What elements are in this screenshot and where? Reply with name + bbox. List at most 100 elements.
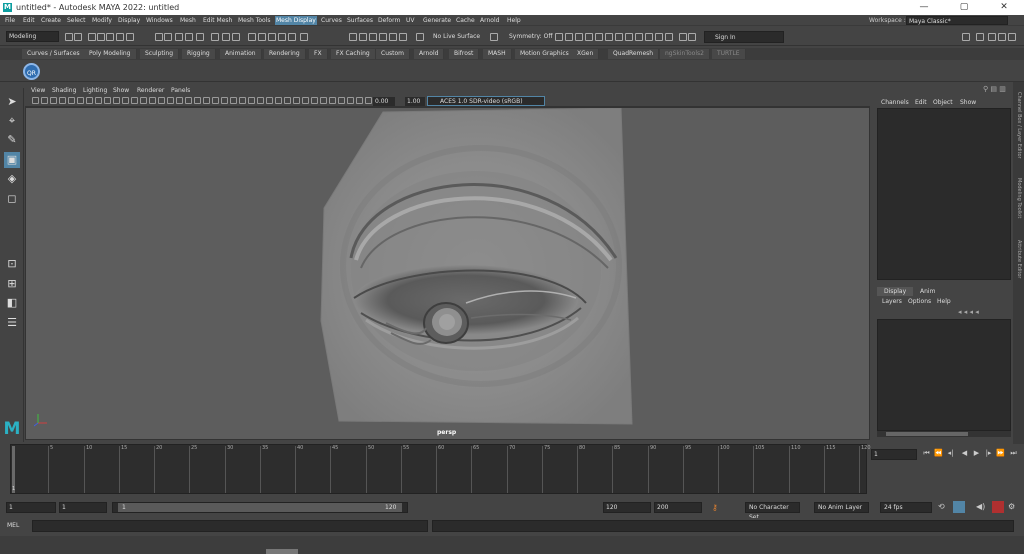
mel-label[interactable]: MEL — [7, 521, 19, 531]
menu-curves[interactable]: Curves — [320, 16, 343, 25]
animation-end-field[interactable]: 200 — [654, 502, 702, 513]
shelf-tab-rendering[interactable]: Rendering — [264, 49, 306, 59]
status-tool-icon[interactable] — [155, 33, 163, 41]
viewport-toolbar-icon[interactable] — [185, 97, 192, 104]
viewport-toolbar-icon[interactable] — [311, 97, 318, 104]
menu-display[interactable]: Display — [117, 16, 141, 25]
status-tool-icon[interactable] — [998, 33, 1006, 41]
color-space-select[interactable]: ACES 1.0 SDR-video (sRGB) — [427, 96, 545, 106]
viewport-toolbar-icon[interactable] — [338, 97, 345, 104]
preferences-stop-icon[interactable] — [992, 501, 1004, 513]
viewport-toolbar-icon[interactable] — [284, 97, 291, 104]
status-tool-icon[interactable] — [962, 33, 970, 41]
status-tool-icon[interactable] — [679, 33, 687, 41]
menu-select[interactable]: Select — [66, 16, 87, 25]
workspace-select[interactable]: Maya Classic* — [906, 16, 1008, 25]
viewport-toolbar-icon[interactable] — [140, 97, 147, 104]
viewport-toolbar-icon[interactable] — [77, 97, 84, 104]
step-forward-key-icon[interactable]: ⏩ — [996, 448, 1005, 458]
status-tool-icon[interactable] — [97, 33, 105, 41]
menu-mesh-tools[interactable]: Mesh Tools — [237, 16, 271, 25]
settings-icon[interactable]: ⚙ — [1008, 502, 1015, 511]
channel-box-menu-object[interactable]: Object — [933, 98, 953, 107]
viewport-toolbar-icon[interactable] — [320, 97, 327, 104]
persp-outliner-layout-icon[interactable]: ◧ — [4, 295, 20, 311]
menu-mesh[interactable]: Mesh — [179, 16, 197, 25]
menu-cache[interactable]: Cache — [455, 16, 476, 25]
viewport-toolbar-icon[interactable] — [194, 97, 201, 104]
step-back-frame-icon[interactable]: ◂| — [946, 448, 955, 458]
layer-menu-layers[interactable]: Layers — [882, 297, 902, 306]
status-tool-icon[interactable] — [164, 33, 172, 41]
viewport-toolbar-icon[interactable] — [329, 97, 336, 104]
status-tool-icon[interactable] — [988, 33, 996, 41]
menu-windows[interactable]: Windows — [145, 16, 174, 25]
status-tool-icon[interactable] — [585, 33, 593, 41]
viewport-toolbar-icon[interactable] — [230, 97, 237, 104]
status-tool-icon[interactable] — [222, 33, 230, 41]
outliner-icon[interactable]: ☰ — [4, 315, 20, 331]
viewport-menu-lighting[interactable]: Lighting — [83, 87, 107, 95]
status-tool-icon[interactable] — [258, 33, 266, 41]
gamma-field[interactable]: 1.00 — [405, 97, 425, 106]
channel-box-menu-show[interactable]: Show — [960, 98, 976, 107]
move-tool-icon[interactable]: ▣ — [4, 152, 20, 168]
viewport-toolbar-icon[interactable] — [176, 97, 183, 104]
fps-select[interactable]: 24 fps — [880, 502, 932, 513]
status-tool-icon[interactable] — [645, 33, 653, 41]
play-forwards-icon[interactable]: ▶ — [972, 448, 981, 458]
minimize-button[interactable]: — — [904, 0, 944, 15]
quadremesh-button[interactable]: QR — [23, 63, 40, 80]
select-tool-icon[interactable]: ➤ — [4, 94, 20, 110]
shelf-tab-rigging[interactable]: Rigging — [182, 49, 216, 59]
loop-icon[interactable]: ⟲ — [938, 502, 945, 511]
status-tool-icon[interactable] — [635, 33, 643, 41]
status-tool-icon[interactable] — [490, 33, 498, 41]
viewport-toolbar-icon[interactable] — [275, 97, 282, 104]
menu-modify[interactable]: Modify — [91, 16, 113, 25]
shelf-tab-curves-surfaces[interactable]: Curves / Surfaces — [22, 49, 86, 59]
viewport-toolbar-icon[interactable] — [104, 97, 111, 104]
auto-key-icon[interactable]: ⚷ — [712, 503, 718, 512]
sign-in-button[interactable]: Sign In — [704, 31, 784, 43]
status-tool-icon[interactable] — [625, 33, 633, 41]
scale-tool-icon[interactable]: ◻ — [4, 191, 20, 207]
status-tool-icon[interactable] — [595, 33, 603, 41]
menu-arnold[interactable]: Arnold — [479, 16, 500, 25]
maximize-button[interactable]: ▢ — [944, 0, 984, 15]
menu-surfaces[interactable]: Surfaces — [346, 16, 374, 25]
menu-set-select[interactable]: Modeling — [6, 31, 59, 42]
menu-help[interactable]: Help — [506, 16, 522, 25]
status-tool-icon[interactable] — [268, 33, 276, 41]
status-tool-icon[interactable] — [416, 33, 424, 41]
viewport-toolbar-icon[interactable] — [365, 97, 372, 104]
cache-playback-icon[interactable] — [953, 501, 965, 513]
panel-toggle-icons[interactable]: ⚲ ▤ ▥ — [983, 85, 1011, 94]
viewport-toolbar-icon[interactable] — [95, 97, 102, 104]
viewport-toolbar-icon[interactable] — [167, 97, 174, 104]
shelf-tab-animation[interactable]: Animation — [220, 49, 262, 59]
viewport-toolbar-icon[interactable] — [212, 97, 219, 104]
viewport-toolbar-icon[interactable] — [248, 97, 255, 104]
shelf-tab-motion-graphics[interactable]: Motion Graphics — [515, 49, 575, 59]
shelf-tab-mash[interactable]: MASH — [483, 49, 512, 59]
perspective-viewport[interactable] — [25, 107, 870, 440]
menu-uv[interactable]: UV — [405, 16, 416, 25]
side-tab-2[interactable]: Attribute Editor — [1014, 240, 1023, 278]
viewport-toolbar-icon[interactable] — [239, 97, 246, 104]
status-tool-icon[interactable] — [976, 33, 984, 41]
status-tool-icon[interactable] — [232, 33, 240, 41]
sound-icon[interactable]: ◀) — [976, 502, 985, 511]
status-tool-icon[interactable] — [369, 33, 377, 41]
rotate-tool-icon[interactable]: ◈ — [4, 171, 20, 187]
status-tool-icon[interactable] — [126, 33, 134, 41]
status-tool-icon[interactable] — [248, 33, 256, 41]
viewport-toolbar-icon[interactable] — [347, 97, 354, 104]
step-back-key-icon[interactable]: ⏪ — [934, 448, 943, 458]
side-tab-0[interactable]: Channel Box / Layer Editor — [1014, 92, 1023, 159]
four-view-layout-icon[interactable]: ⊞ — [4, 276, 20, 292]
shelf-tab-fx[interactable]: FX — [309, 49, 328, 59]
shelf-tab-fx-caching[interactable]: FX Caching — [331, 49, 376, 59]
status-tool-icon[interactable] — [555, 33, 563, 41]
character-set-select[interactable]: No Character Set — [745, 502, 800, 521]
